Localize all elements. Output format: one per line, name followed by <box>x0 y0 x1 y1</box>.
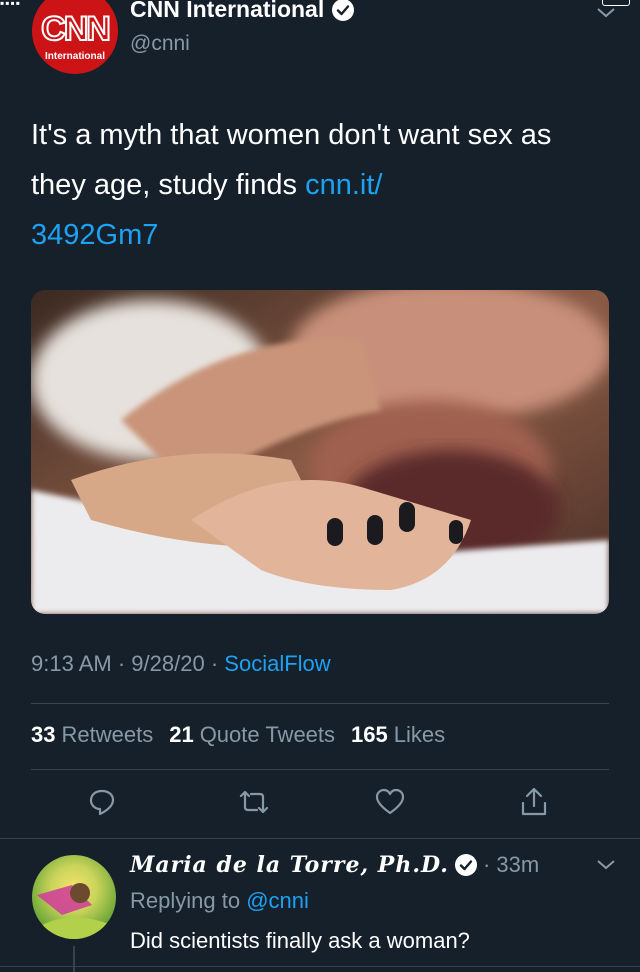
like-icon[interactable] <box>368 780 412 824</box>
reply-author-row[interactable]: Maria de la Torre, Ph.D. · 33m <box>130 852 539 878</box>
cnn-logo-sub: International <box>44 51 105 62</box>
author-avatar[interactable]: CNN International <box>32 0 118 74</box>
likes-stat[interactable]: 165 Likes <box>351 722 445 748</box>
reply-icon[interactable] <box>80 780 124 824</box>
retweets-count: 33 <box>31 722 56 747</box>
divider <box>0 966 640 967</box>
quotes-count: 21 <box>169 722 194 747</box>
replying-prefix: Replying to <box>130 888 241 913</box>
verified-badge-icon <box>454 854 477 876</box>
tweet-body: It's a myth that women don't want sex as… <box>31 119 552 201</box>
meta-separator: · <box>117 651 126 676</box>
reply-time: · 33m <box>482 852 540 877</box>
quotes-label: Quote Tweets <box>199 722 336 747</box>
divider <box>31 769 609 770</box>
author-name-row[interactable]: CNN International <box>130 0 355 23</box>
avatar-illustration <box>32 883 116 939</box>
chevron-down-icon[interactable] <box>596 6 615 20</box>
verified-badge-icon <box>332 0 355 21</box>
tweet-actions <box>0 780 640 828</box>
divider <box>31 703 609 704</box>
likes-count: 165 <box>351 722 388 747</box>
chevron-down-icon[interactable] <box>596 858 615 872</box>
tweet-source-link[interactable]: SocialFlow <box>224 651 330 676</box>
share-icon[interactable] <box>512 780 556 824</box>
replying-to: Replying to @cnni <box>130 888 309 914</box>
tweet-text: It's a myth that women don't want sex as… <box>31 110 611 260</box>
quotes-stat[interactable]: 21 Quote Tweets <box>169 722 335 748</box>
retweets-stat[interactable]: 33 Retweets <box>31 722 153 748</box>
divider <box>0 838 640 839</box>
reply-avatar[interactable] <box>32 855 116 939</box>
tweet-stats: 33 Retweets 21 Quote Tweets 165 Likes <box>31 722 445 748</box>
likes-label: Likes <box>393 722 446 747</box>
cnn-logo-mark: CNN <box>40 9 112 49</box>
meta-separator: · <box>210 651 219 676</box>
replying-to-handle[interactable]: @cnni <box>246 888 309 913</box>
photo-couple-hands <box>31 290 609 614</box>
tweet-meta: 9:13 AM · 9/28/20 · SocialFlow <box>31 651 331 677</box>
reply-author-name: Maria de la Torre, Ph.D. <box>130 852 449 878</box>
thread-line <box>73 946 75 972</box>
author-name: CNN International <box>130 0 325 22</box>
reply-text: Did scientists finally ask a woman? <box>130 928 470 953</box>
tweet-date: 9/28/20 <box>131 651 205 676</box>
retweet-icon[interactable] <box>232 780 276 824</box>
author-handle[interactable]: @cnni <box>130 32 190 56</box>
tweet-header: CNN International CNN International @cnn… <box>0 0 640 80</box>
tweet-media-image[interactable] <box>31 290 609 614</box>
retweets-label: Retweets <box>61 722 154 747</box>
tweet-time: 9:13 AM <box>31 651 112 676</box>
